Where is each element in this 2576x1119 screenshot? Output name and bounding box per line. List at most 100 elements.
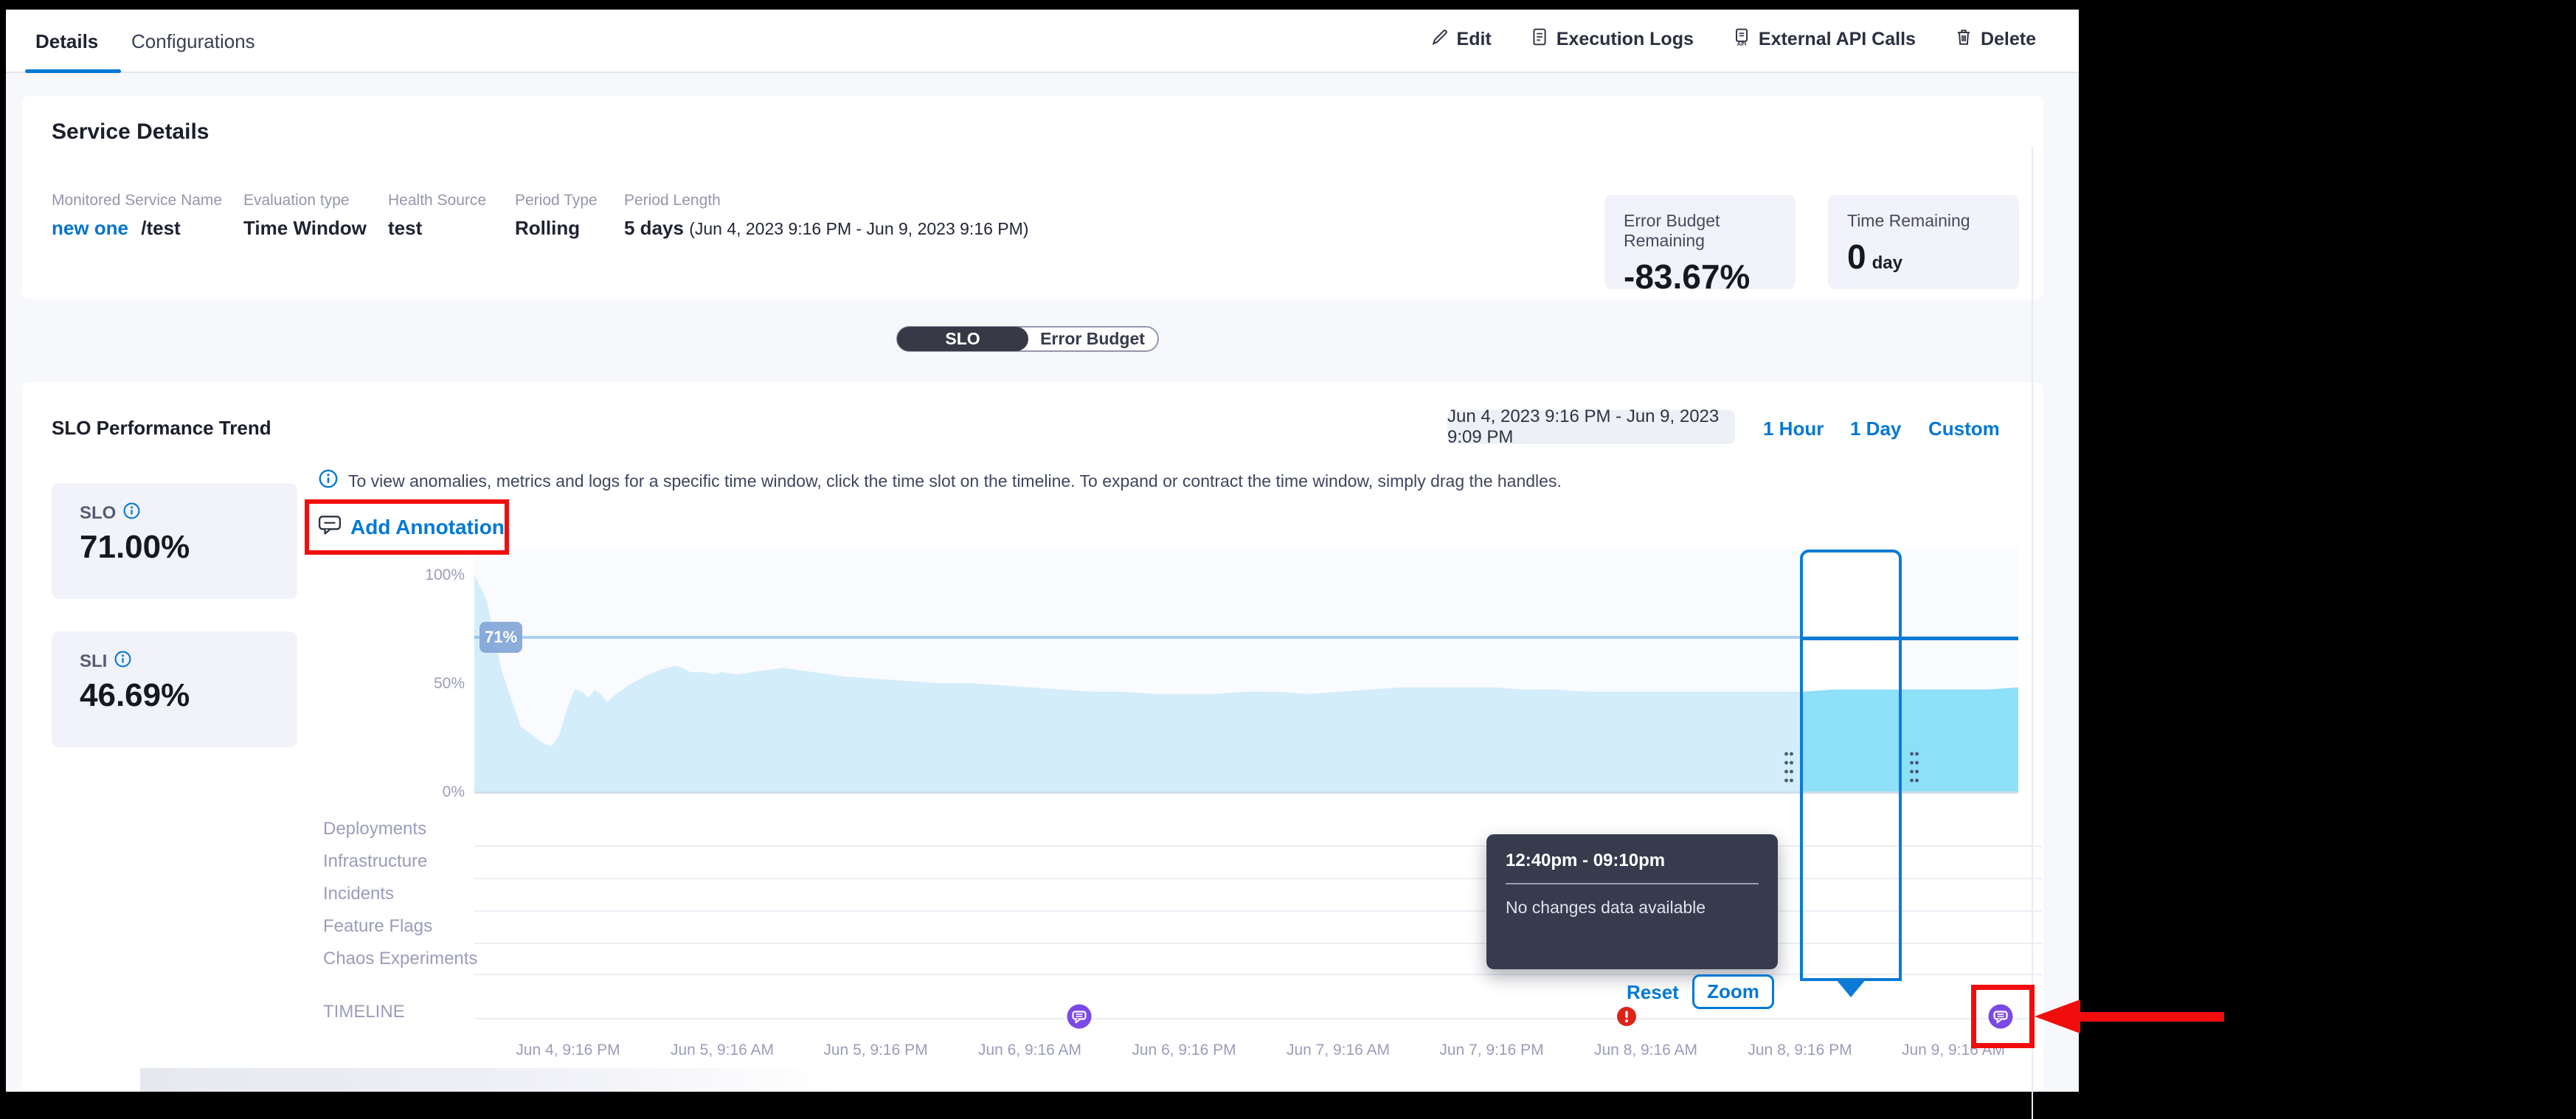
add-annotation-highlight-box: Add Annotation [305,499,509,555]
slo-target-badge: 71% [479,622,522,653]
y-axis-label-100: 100% [391,567,465,584]
add-annotation-button[interactable]: Add Annotation [350,516,505,539]
row-label-deployments: Deployments [323,819,426,839]
field-health-source: Health Source test [388,192,486,240]
field-evaluation-type: Evaluation type Time Window [243,192,367,240]
x-tick: Jun 7, 9:16 AM [1257,1042,1419,1059]
slo-value: 71.00% [80,529,190,566]
y-axis-label-0: 0% [391,783,465,801]
range-link-1-hour[interactable]: 1 Hour [1763,418,1824,440]
document-icon [1530,27,1549,52]
delete-button[interactable]: Delete [1954,27,2036,52]
time-remaining-label: Time Remaining [1847,211,2000,231]
annotation-marker-icon[interactable] [1067,1004,1092,1029]
baseline-0 [474,791,2018,794]
field-value: test [388,217,486,240]
service-details-title: Service Details [52,119,209,145]
toggle-error-budget[interactable]: Error Budget [1028,328,1157,350]
tooltip-body: No changes data available [1506,898,1759,918]
bottom-fade-shadow [140,1068,834,1092]
top-bar: Details Configurations Edit Execution Lo… [6,10,2079,73]
view-toggle: SLO Error Budget [896,326,1159,352]
delete-label: Delete [1981,29,2036,50]
selection-drag-handle-left[interactable] [1784,749,1794,783]
external-api-calls-label: External API Calls [1759,29,1916,50]
edit-button[interactable]: Edit [1430,27,1492,52]
trash-icon [1954,27,1973,52]
info-text: To view anomalies, metrics and logs for … [348,471,1562,491]
zoom-button[interactable]: Zoom [1692,974,1774,1009]
period-length-value: 5 days [624,217,684,239]
speech-bubble-icon [318,514,342,540]
svg-text:API: API [1737,41,1747,46]
x-tick: Jun 5, 9:16 AM [641,1042,803,1059]
api-document-icon: API [1732,27,1751,52]
app-panel: Details Configurations Edit Execution Lo… [6,10,2079,1092]
x-tick: Jun 8, 9:16 PM [1719,1042,1881,1059]
x-axis: Jun 4, 9:16 PM Jun 5, 9:16 AM Jun 5, 9:1… [22,1042,2043,1064]
info-icon[interactable] [123,502,140,524]
red-arrow-head [2035,1000,2080,1033]
sli-label: SLI [80,651,107,672]
error-budget-value: -83.67% [1624,257,1776,297]
tab-configurations[interactable]: Configurations [131,30,255,53]
error-budget-label: Error Budget Remaining [1624,211,1776,251]
x-tick: Jun 4, 9:16 PM [487,1042,649,1059]
x-tick: Jun 6, 9:16 AM [949,1042,1111,1059]
field-monitored-service-name: Monitored Service Name new one /test [52,192,222,240]
time-remaining-value: 0 [1847,238,1866,276]
timeslot-tooltip: 12:40pm - 09:10pm No changes data availa… [1486,834,1778,969]
x-tick: Jun 8, 9:16 AM [1565,1042,1727,1059]
external-api-calls-button[interactable]: API External API Calls [1732,27,1916,52]
selection-drag-handle-right[interactable] [1909,749,1919,783]
selection-marker-triangle[interactable] [1836,980,1866,997]
execution-logs-button[interactable]: Execution Logs [1530,27,1694,52]
edit-label: Edit [1457,29,1492,50]
sli-value: 46.69% [80,677,190,714]
field-value: Rolling [515,217,598,240]
slo-label: SLO [80,503,116,524]
time-remaining-card: Time Remaining 0day [1828,195,2019,289]
field-period-length: Period Length 5 days (Jun 4, 2023 9:16 P… [624,192,1028,240]
timeline-row-label: TIMELINE [323,1002,405,1022]
toggle-slo[interactable]: SLO [897,327,1028,351]
row-label-incidents: Incidents [323,884,394,904]
tooltip-divider [1506,883,1759,884]
tab-details[interactable]: Details [35,30,98,53]
field-label: Evaluation type [243,192,367,209]
error-marker-icon[interactable] [1616,1006,1637,1027]
execution-logs-label: Execution Logs [1557,29,1694,50]
row-label-feature-flags: Feature Flags [323,916,432,937]
annotation-highlight-box [1971,985,2035,1048]
row-label-chaos-experiments: Chaos Experiments [323,949,477,969]
header-actions: Edit Execution Logs API External API Cal… [1430,27,2036,52]
slo-performance-trend-card: SLO Performance Trend Jun 4, 2023 9:16 P… [22,382,2043,1092]
trend-title: SLO Performance Trend [52,417,271,440]
reset-button[interactable]: Reset [1627,981,1679,1004]
x-tick: Jun 5, 9:16 PM [794,1042,957,1059]
range-link-custom[interactable]: Custom [1928,418,2000,440]
info-icon [319,469,338,493]
y-axis-label-50: 50% [391,675,465,693]
monitored-service-link[interactable]: new one [52,217,128,239]
row-label-infrastructure: Infrastructure [323,851,427,872]
field-label: Health Source [388,192,486,209]
range-link-1-day[interactable]: 1 Day [1850,418,1901,440]
time-window-selection-box[interactable] [1800,550,1902,981]
screenshot-canvas: Details Configurations Edit Execution Lo… [0,0,2576,1119]
period-length-detail: (Jun 4, 2023 9:16 PM - Jun 9, 2023 9:16 … [689,219,1028,238]
slo-target-line [474,636,1800,639]
date-range-pill[interactable]: Jun 4, 2023 9:16 PM - Jun 9, 2023 9:09 P… [1447,410,1735,444]
page-background: Service Details Monitored Service Name n… [6,73,2079,1092]
pencil-icon [1430,27,1450,52]
scroll-track-divider [2032,147,2033,1119]
field-value: Time Window [243,217,367,240]
info-icon[interactable] [114,651,131,673]
field-period-type: Period Type Rolling [515,192,598,240]
x-tick: Jun 6, 9:16 PM [1103,1042,1265,1059]
error-budget-remaining-card: Error Budget Remaining -83.67% [1604,195,1796,289]
x-tick: Jun 7, 9:16 PM [1410,1042,1573,1059]
service-details-card: Service Details Monitored Service Name n… [22,96,2043,299]
timeline-line [474,1018,2042,1019]
sli-metric-card: SLI 46.69% [52,631,297,747]
